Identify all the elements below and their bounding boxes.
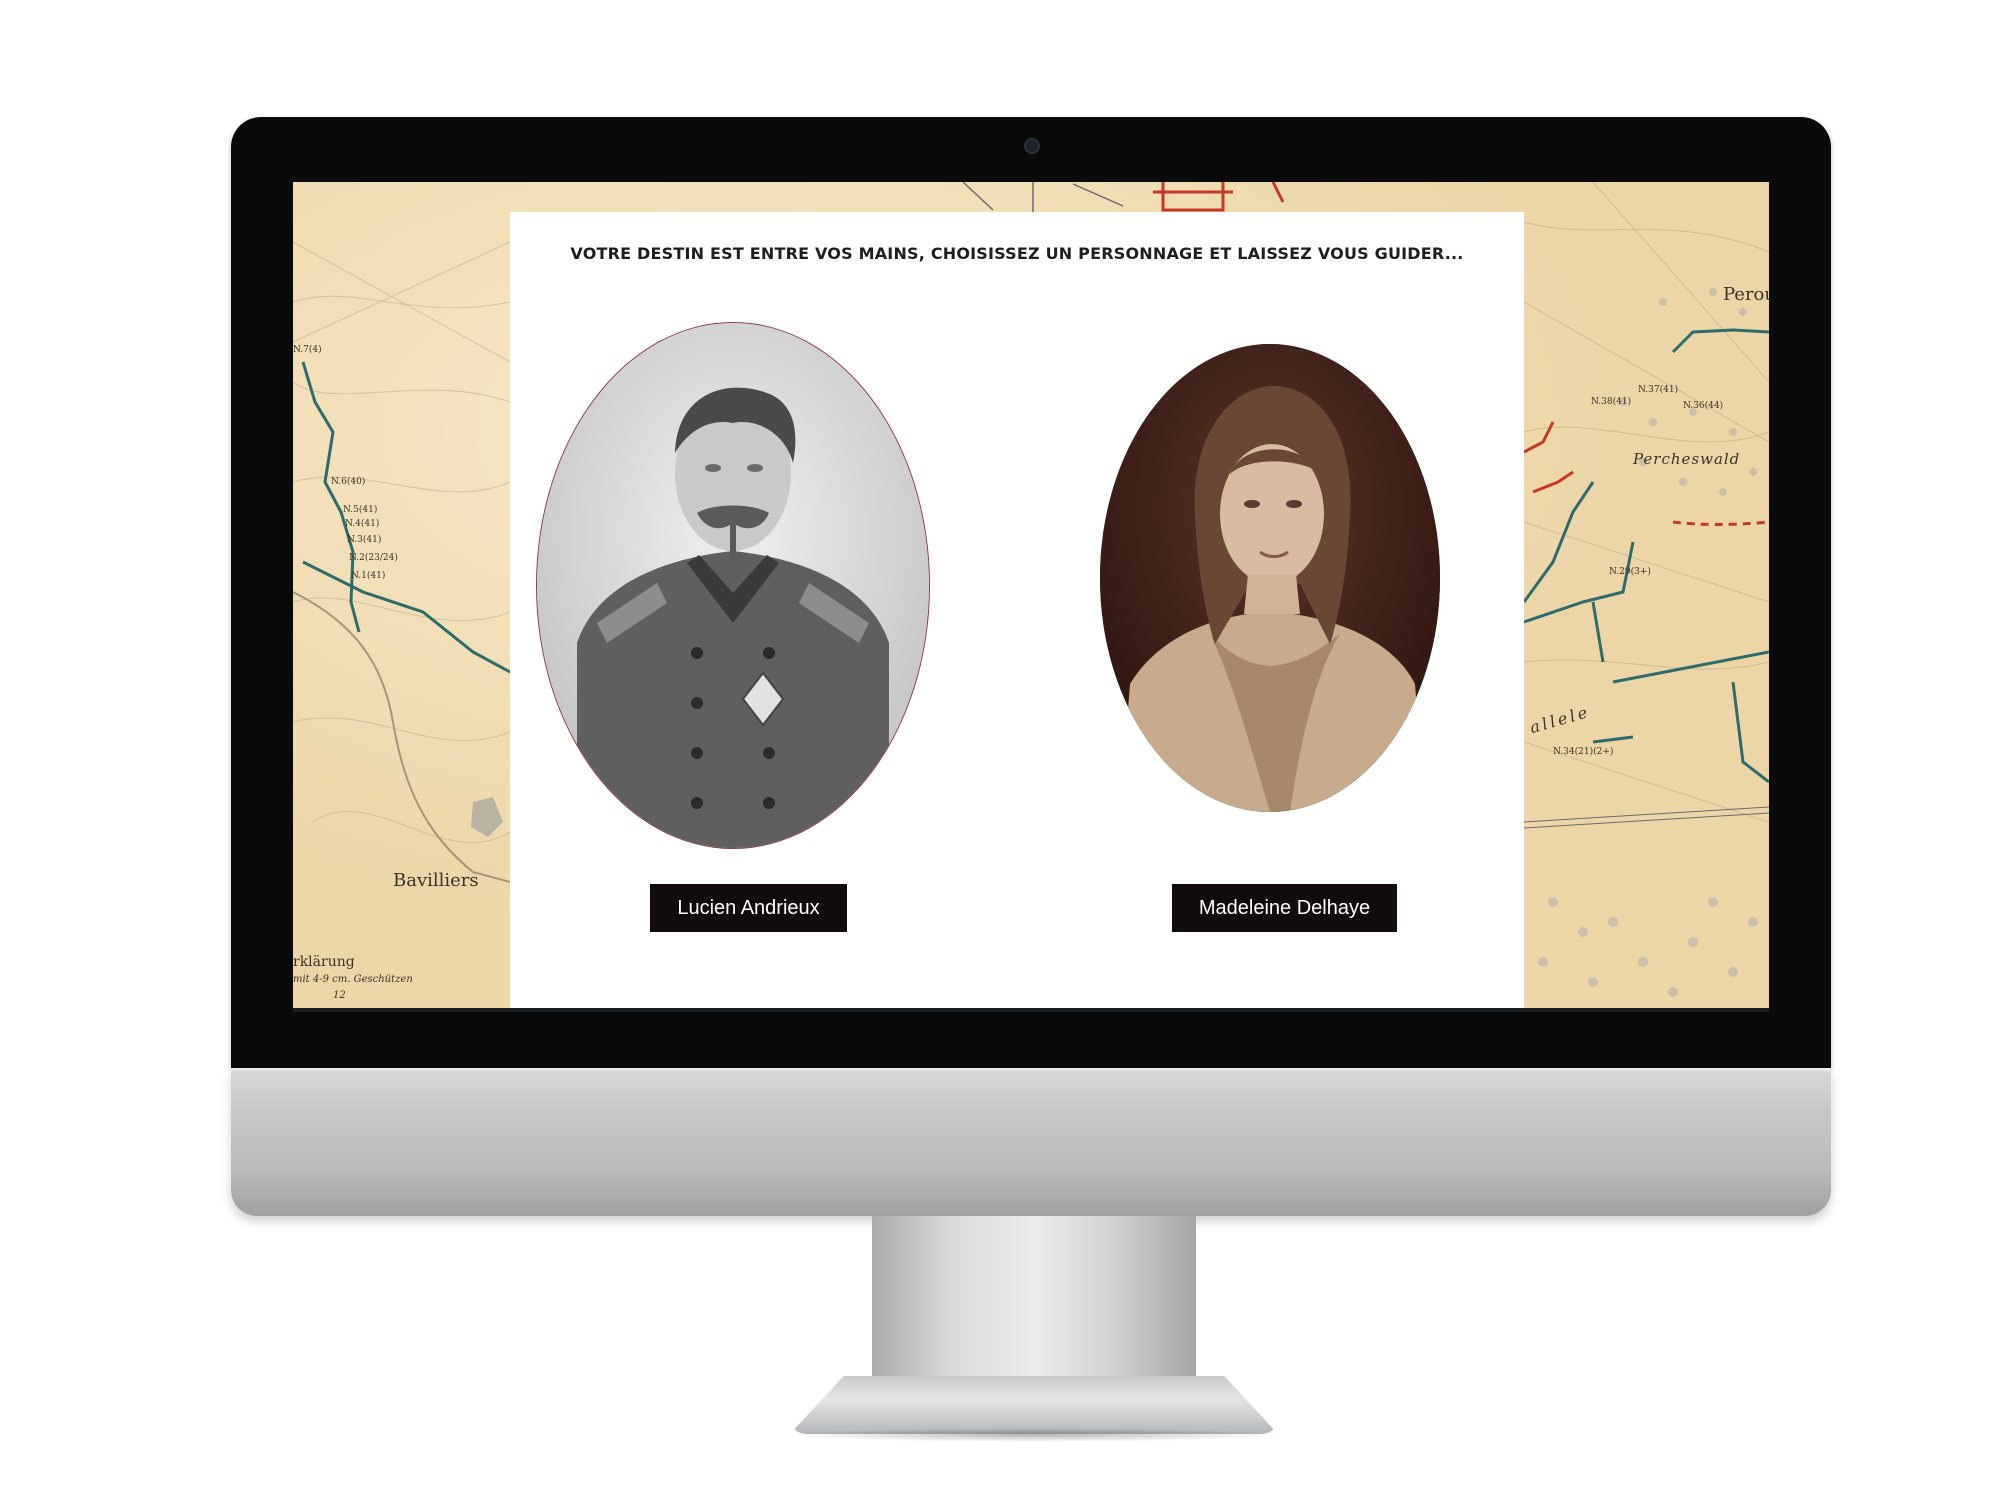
svg-text:N.36(44): N.36(44) [1683,400,1723,411]
map-label-legend-number: 12 [333,990,346,1001]
svg-text:N.3(41): N.3(41) [347,534,381,545]
character-selection-panel: VOTRE DESTIN EST ENTRE VOS MAINS, CHOISI… [510,212,1524,1010]
screen: N.7(4) N.6(40) N.5(41) N.4(41) N.3(41) N… [293,182,1769,1010]
svg-text:N.34(21)(2+): N.34(21)(2+) [1553,746,1613,757]
monitor-stand-shadow [784,1428,1284,1442]
portrait-lucien-andrieux[interactable] [536,322,930,849]
map-label-perous: Perous [1723,284,1769,305]
webcam-icon [1024,138,1040,154]
svg-text:N.38(41): N.38(41) [1591,396,1631,407]
svg-text:N.6(40): N.6(40) [331,476,365,487]
svg-text:N.7(4): N.7(4) [293,344,322,355]
woman-portrait-image [1100,344,1440,812]
officer-portrait-image [537,323,929,848]
svg-text:N.29(3+): N.29(3+) [1609,566,1651,577]
portrait-madeleine-delhaye[interactable] [1100,344,1440,812]
monitor-chin-edge [231,1068,1831,1074]
svg-text:N.37(41): N.37(41) [1638,384,1678,395]
map-label-legend: rklärung [293,954,355,970]
map-label-bavilliers: Bavilliers [393,870,479,891]
svg-text:N.5(41): N.5(41) [343,504,377,515]
svg-text:N.4(41): N.4(41) [345,518,379,529]
choose-madeleine-delhaye-button[interactable]: Madeleine Delhaye [1172,884,1397,932]
monitor-stand-foot [790,1376,1278,1434]
map-label-percheswald: Percheswald [1633,450,1741,468]
svg-text:N.1(41): N.1(41) [351,570,385,581]
svg-text:N.2(23/24): N.2(23/24) [349,552,398,563]
choose-lucien-andrieux-button[interactable]: Lucien Andrieux [650,884,847,932]
monitor-stand-neck [872,1216,1196,1376]
monitor-chin [231,1068,1831,1216]
map-label-legend-note: mit 4-9 cm. Geschützen [293,974,413,985]
screen-bottom-edge [293,1008,1769,1012]
page-headline: VOTRE DESTIN EST ENTRE VOS MAINS, CHOISI… [570,244,1464,263]
